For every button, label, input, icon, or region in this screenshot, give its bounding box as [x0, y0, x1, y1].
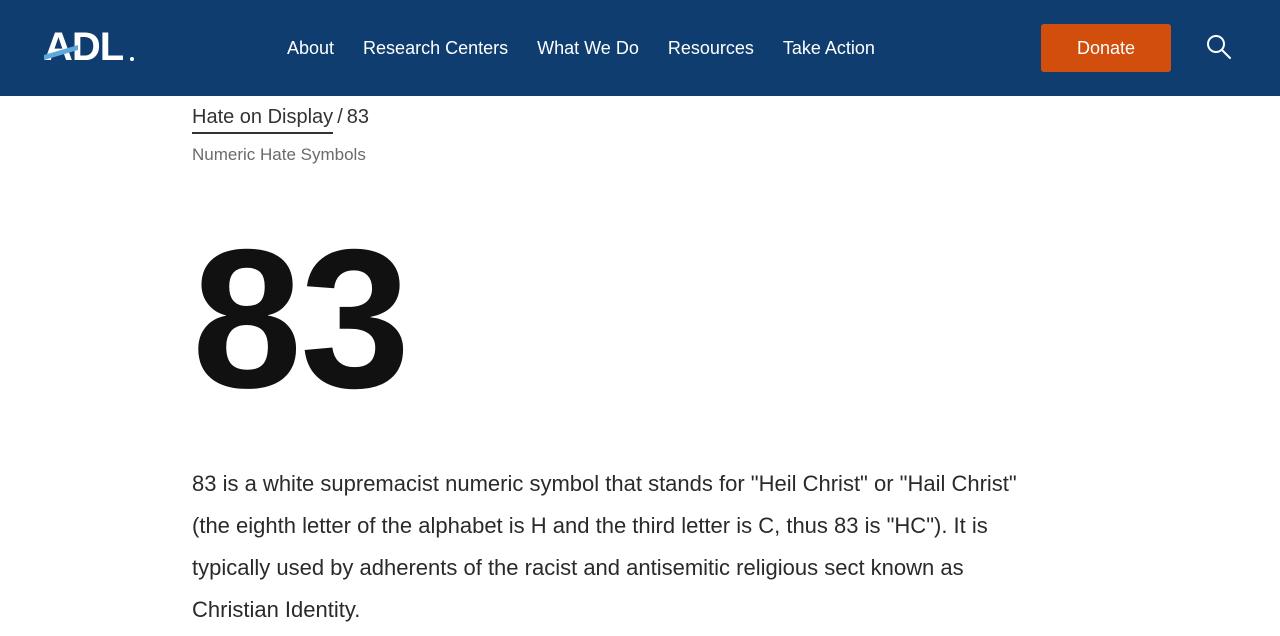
adl-logo[interactable]: ADL	[44, 27, 144, 67]
search-icon[interactable]	[1205, 33, 1233, 61]
breadcrumb: Hate on Display/83	[192, 104, 369, 134]
symbol-image: 83	[192, 208, 410, 429]
breadcrumb-hate-on-display-link[interactable]: Hate on Display	[192, 104, 334, 134]
nav-what-we-do[interactable]: What We Do	[537, 0, 639, 96]
symbol-description: 83 is a white supremacist numeric symbol…	[192, 471, 1017, 622]
nav-research-centers[interactable]: Research Centers	[363, 0, 508, 96]
nav-take-action[interactable]: Take Action	[783, 0, 875, 96]
logo-text: ADL	[44, 27, 124, 67]
site-header: ADL About Research Centers What We Do Re…	[0, 0, 1280, 96]
breadcrumb-separator: /	[337, 106, 343, 128]
breadcrumb-current: 83	[346, 106, 369, 128]
donate-button[interactable]: Donate	[1041, 24, 1171, 72]
nav-resources[interactable]: Resources	[668, 0, 754, 96]
nav-about[interactable]: About	[287, 0, 334, 96]
main-nav: About Research Centers What We Do Resour…	[287, 0, 875, 96]
category-label: Numeric Hate Symbols	[192, 145, 366, 164]
